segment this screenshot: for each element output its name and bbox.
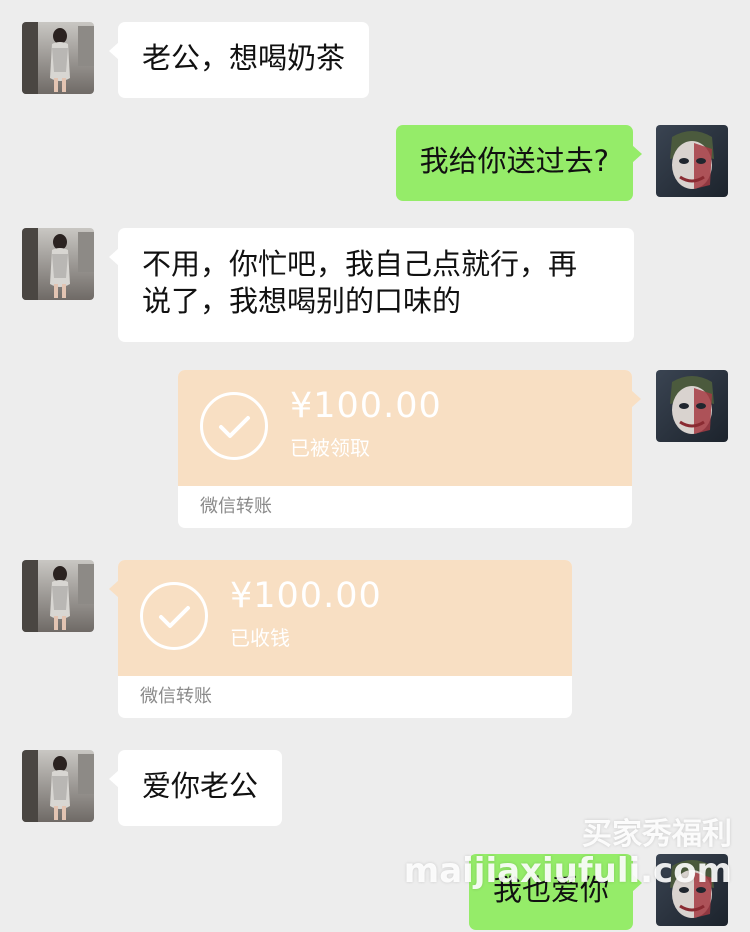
transfer-status: 已收钱 bbox=[230, 626, 290, 650]
message-bubble[interactable]: 我也爱你 bbox=[468, 854, 642, 930]
transfer-card[interactable]: ¥100.00 已收钱 微信转账 bbox=[109, 560, 572, 718]
my-avatar[interactable] bbox=[656, 854, 728, 926]
watermark-cn: 买家秀福利 bbox=[582, 817, 732, 852]
transfer-card[interactable]: ¥100.00 已被领取 微信转账 bbox=[178, 370, 641, 528]
contact-avatar[interactable] bbox=[22, 22, 94, 94]
transfer-card-top: ¥100.00 已被领取 bbox=[178, 370, 632, 486]
message-bubble[interactable]: 爱你老公 bbox=[109, 750, 283, 826]
transfer-amount: ¥100.00 bbox=[290, 386, 442, 426]
message-bubble[interactable]: 不用，你忙吧，我自己点就行，再 说了，我想喝别的口味的 bbox=[109, 228, 634, 342]
message-text-line: 不用，你忙吧，我自己点就行，再 bbox=[142, 247, 578, 281]
check-circle-icon bbox=[140, 582, 208, 650]
message-text: 我给你送过去? bbox=[419, 144, 609, 178]
transfer-card-top: ¥100.00 已收钱 bbox=[118, 560, 572, 676]
my-avatar[interactable] bbox=[656, 125, 728, 197]
contact-avatar[interactable] bbox=[22, 228, 94, 300]
transfer-status: 已被领取 bbox=[290, 436, 370, 460]
message-bubble[interactable]: 我给你送过去? bbox=[395, 125, 642, 201]
chat-window: 老公，想喝奶茶 我给你送过去? 不用，你忙吧，我自己点就行，再 说了，我想喝别的… bbox=[0, 0, 750, 932]
message-text-line: 说了，我想喝别的口味的 bbox=[142, 284, 462, 318]
contact-avatar[interactable] bbox=[22, 750, 94, 822]
my-avatar[interactable] bbox=[656, 370, 728, 442]
transfer-footer: 微信转账 bbox=[200, 496, 272, 517]
check-circle-icon bbox=[200, 392, 268, 460]
message-text: 我也爱你 bbox=[492, 873, 609, 907]
transfer-amount: ¥100.00 bbox=[230, 576, 382, 616]
message-bubble[interactable]: 老公，想喝奶茶 bbox=[109, 22, 370, 98]
message-text: 爱你老公 bbox=[142, 769, 259, 803]
message-text: 老公，想喝奶茶 bbox=[142, 41, 346, 75]
transfer-footer: 微信转账 bbox=[140, 686, 212, 707]
contact-avatar[interactable] bbox=[22, 560, 94, 632]
